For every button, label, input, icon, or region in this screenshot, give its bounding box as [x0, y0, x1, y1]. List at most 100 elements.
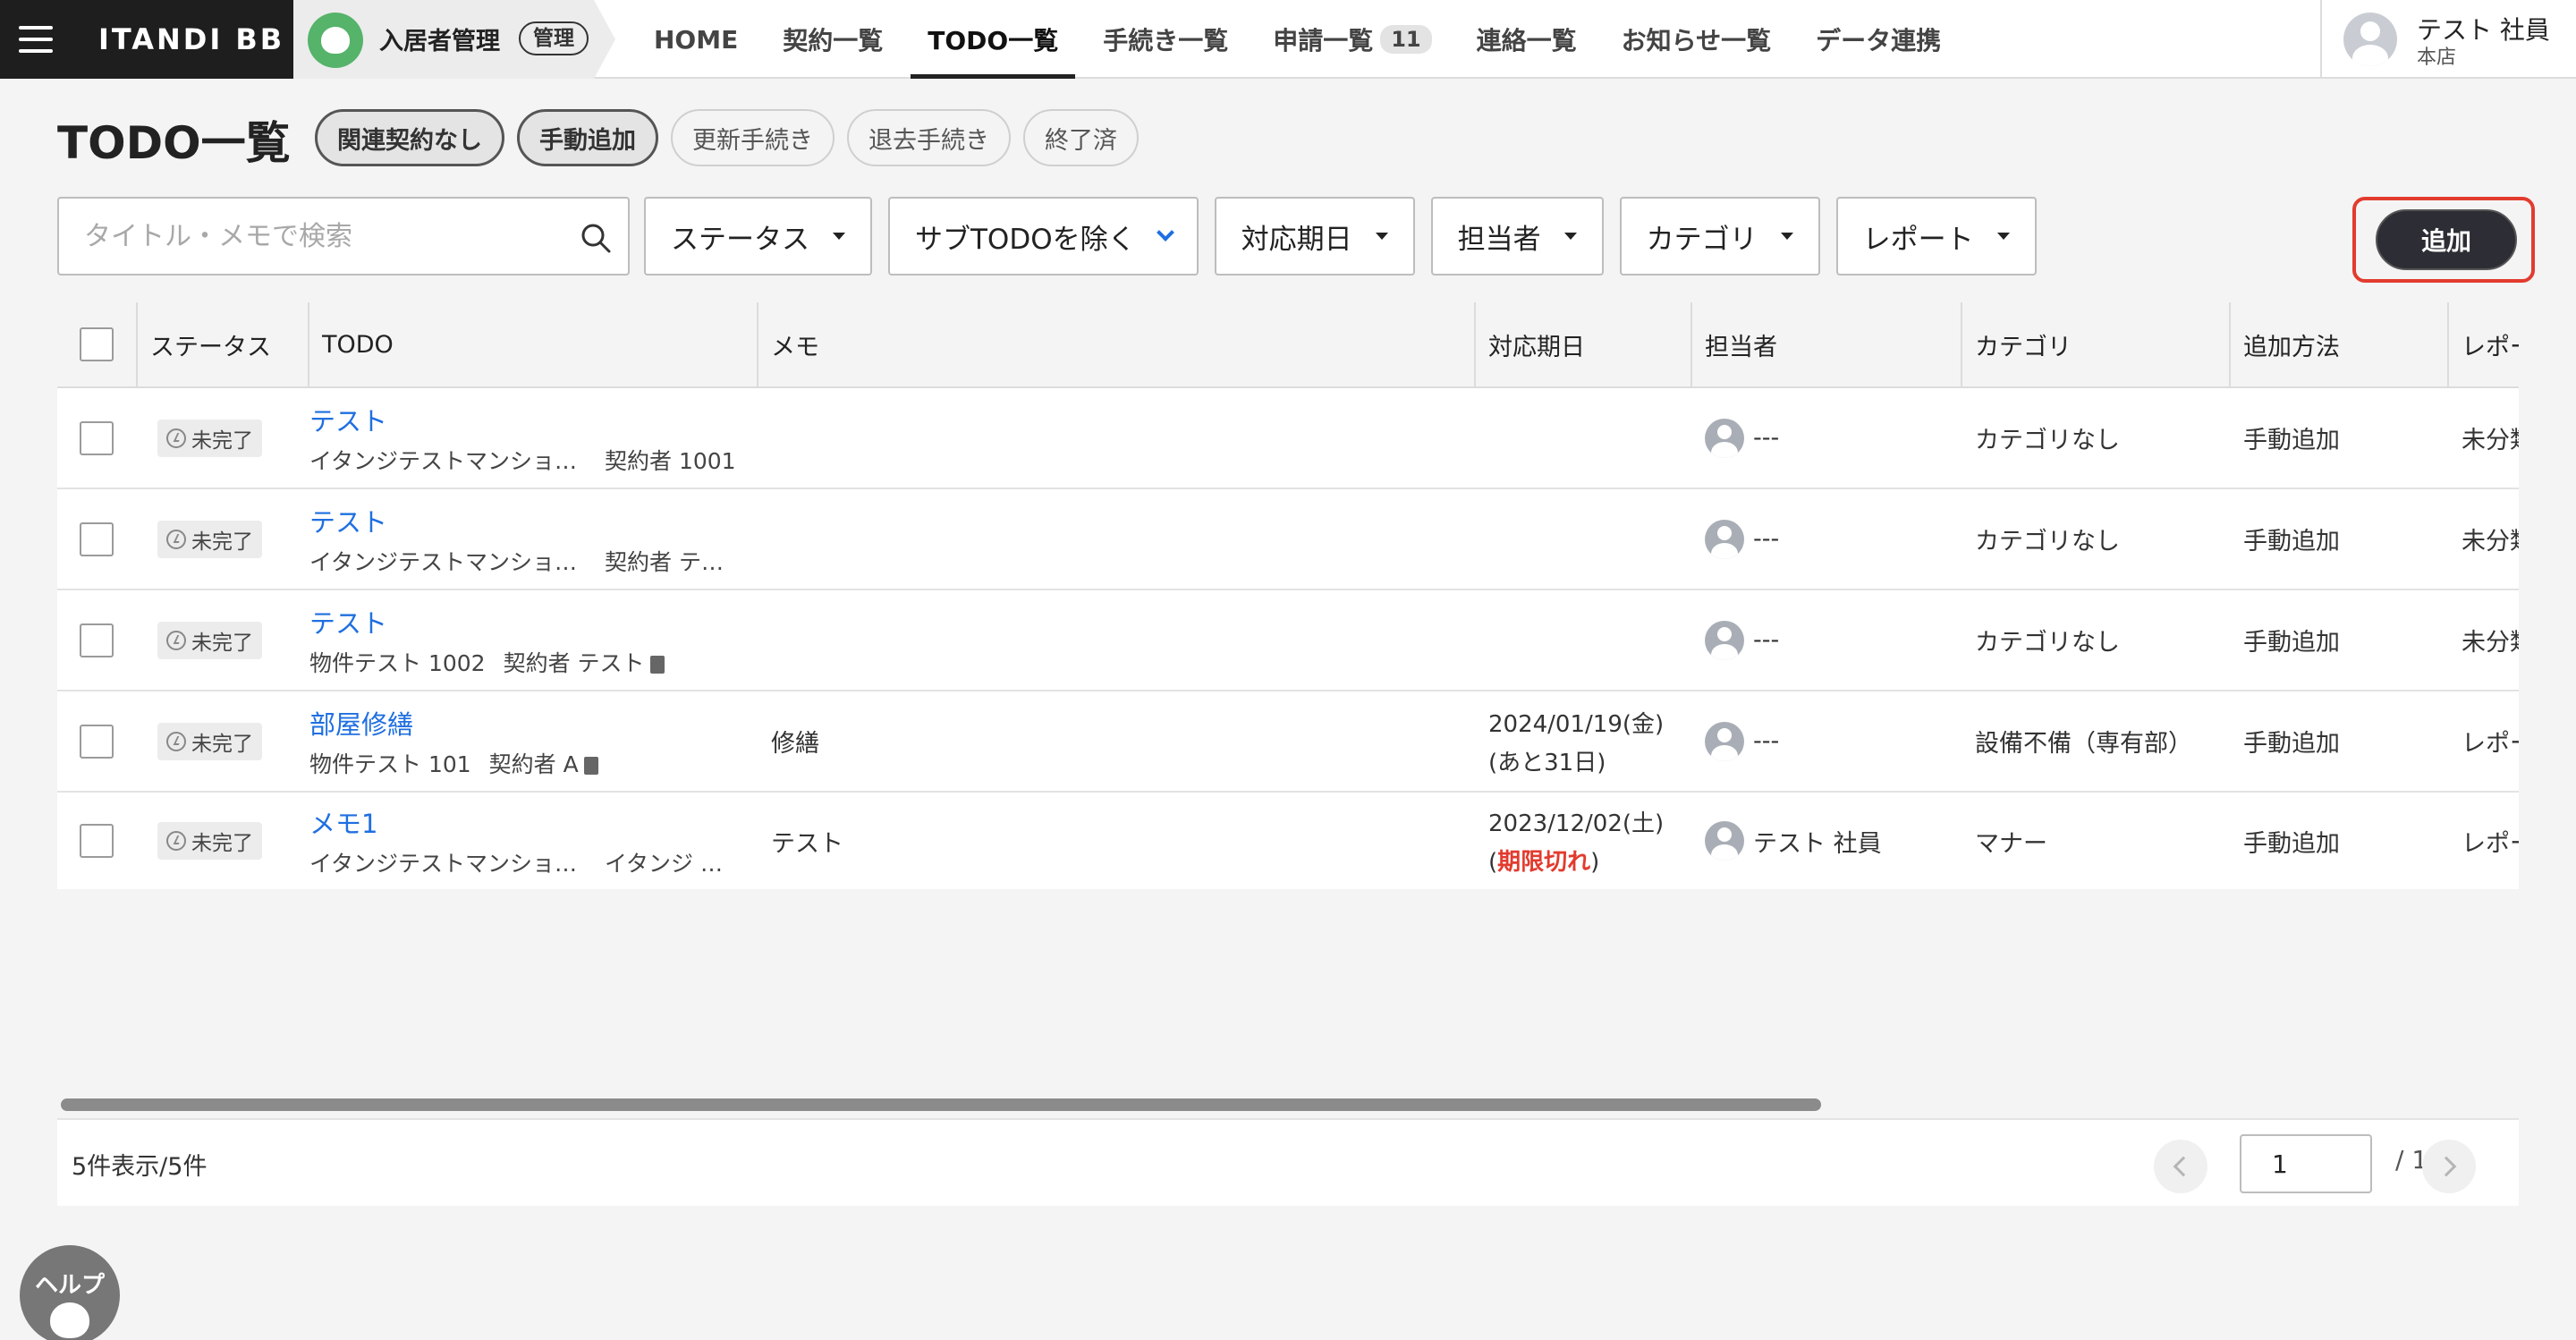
user-avatar-icon [1705, 418, 1744, 458]
row-checkbox[interactable] [80, 824, 114, 858]
due-cell: 2024/01/19(金) (あと31日) [1488, 691, 1664, 791]
chip-no-related-contract[interactable]: 関連契約なし [315, 109, 504, 166]
status-text: 未完了 [191, 631, 253, 655]
quick-filter-chips: 関連契約なし 手動追加 更新手続き 退去手続き 終了済 [315, 109, 1139, 166]
assignee-cell: --- [1705, 489, 1779, 589]
select-all-checkbox[interactable] [80, 327, 114, 361]
nav-label: データ連携 [1816, 26, 1942, 55]
assignee-name: --- [1753, 727, 1780, 755]
row-checkbox-cell [57, 489, 136, 589]
column-header-todo[interactable]: TODO [322, 302, 394, 386]
nav-label: 申請一覧 [1273, 26, 1374, 55]
table-row[interactable]: 未完了 メモ1 イタンジテストマンション 1003 イタンジ テスト テスト 202… [57, 793, 2519, 889]
chevron-left-icon [2173, 1156, 2194, 1177]
page-number-input[interactable] [2240, 1134, 2372, 1193]
todo-title-link[interactable]: 部屋修繕 [309, 704, 598, 742]
row-checkbox[interactable] [80, 522, 114, 556]
nav-data-link[interactable]: データ連携 [1793, 0, 1963, 79]
chip-moveout[interactable]: 退去手続き [847, 109, 1011, 166]
nav-contracts[interactable]: 契約一覧 [760, 0, 905, 79]
filter-dropdowns: ステータス サブTODOを除く 対応期日 担当者 カテゴリ レポート [644, 197, 2037, 276]
nav-applications[interactable]: 申請一覧 11 [1250, 0, 1453, 79]
status-filter-dropdown[interactable]: ステータス [644, 197, 872, 276]
nav-todo[interactable]: TODO一覧 [905, 0, 1080, 79]
category-cell: カテゴリなし [1975, 427, 2120, 454]
caret-down-icon [1563, 233, 1577, 240]
table-row[interactable]: 未完了 テスト 物件テスト 1002 契約者 テスト --- カテゴリなし 手動追加… [57, 590, 2519, 691]
todo-title-link[interactable]: テスト [309, 502, 739, 539]
todo-title-link[interactable]: テスト [309, 603, 665, 640]
assignee-name: --- [1753, 626, 1780, 654]
document-icon[interactable] [583, 756, 598, 775]
row-checkbox[interactable] [80, 420, 114, 455]
table-row[interactable]: 未完了 テストイタンジテストマンション 1001 契約者 1001 --- カテゴ… [57, 388, 2519, 489]
contractor-wrap: 契約者 テスト [504, 646, 665, 678]
status-text: 未完了 [191, 530, 253, 554]
user-avatar-icon [1705, 519, 1744, 559]
column-header-memo[interactable]: メモ [771, 302, 819, 386]
column-divider [308, 302, 309, 388]
report-cell: レポート [2462, 829, 2519, 858]
overdue-label: 期限切れ [1497, 849, 1591, 876]
category-filter-dropdown[interactable]: カテゴリ [1619, 197, 1820, 276]
column-header-due[interactable]: 対応期日 [1488, 302, 1585, 386]
row-checkbox-cell [57, 388, 136, 488]
user-avatar-icon [1705, 721, 1744, 761]
clock-icon [166, 630, 186, 650]
chip-renewal[interactable]: 更新手続き [671, 109, 835, 166]
app-switcher[interactable]: 入居者管理 管理 [293, 0, 615, 79]
brand-logo[interactable]: ITANDI BB [72, 0, 293, 79]
table-row[interactable]: 未完了 テストイタンジテストマンション 1002 契約者 テスト --- カテゴリ… [57, 489, 2519, 590]
status-cell: 未完了 [157, 388, 262, 488]
clock-icon [166, 831, 186, 851]
top-bar: ITANDI BB 入居者管理 管理 HOME 契約一覧 TODO一覧 手続き一… [0, 0, 2576, 79]
subtodo-filter-dropdown[interactable]: サブTODOを除く [888, 197, 1199, 276]
assignee-filter-dropdown[interactable]: 担当者 [1430, 197, 1604, 276]
next-page-button[interactable] [2422, 1140, 2476, 1193]
status-cell: 未完了 [157, 590, 262, 690]
caret-down-icon [833, 233, 845, 240]
header-checkbox-cell [57, 302, 136, 386]
nav-contacts[interactable]: 連絡一覧 [1454, 0, 1599, 79]
user-menu[interactable]: テスト 社員 本店 [2320, 0, 2576, 79]
due-date-filter-dropdown[interactable]: 対応期日 [1214, 197, 1415, 276]
nav-label: HOME [654, 24, 739, 55]
report-filter-dropdown[interactable]: レポート [1835, 197, 2037, 276]
mascot-icon [308, 13, 363, 68]
table-footer: 5件表示/5件 / 1 [57, 1118, 2519, 1206]
todo-title-link[interactable]: メモ1 [309, 803, 739, 841]
nav-label: 手続き一覧 [1103, 26, 1229, 55]
assignee-cell: --- [1705, 590, 1779, 690]
column-header-status[interactable]: ステータス [150, 302, 271, 386]
add-todo-button[interactable]: 追加 [2376, 209, 2517, 270]
column-header-report[interactable]: レポート [2462, 302, 2519, 386]
chip-finished[interactable]: 終了済 [1023, 109, 1139, 166]
row-checkbox[interactable] [80, 724, 114, 759]
paren-open: ( [1488, 849, 1498, 876]
horizontal-scrollbar[interactable] [61, 1098, 1821, 1111]
document-icon[interactable] [649, 655, 665, 674]
row-checkbox[interactable] [80, 623, 114, 657]
todo-title-link[interactable]: テスト [309, 401, 736, 438]
search-input[interactable] [59, 199, 560, 274]
category-cell: マナー [1975, 829, 2047, 858]
column-header-category[interactable]: カテゴリ [1975, 302, 2072, 386]
column-header-assignee[interactable]: 担当者 [1705, 302, 1777, 386]
nav-procedures[interactable]: 手続き一覧 [1080, 0, 1250, 79]
column-header-method[interactable]: 追加方法 [2243, 302, 2340, 386]
nav-home[interactable]: HOME [631, 0, 760, 79]
caret-down-icon [1780, 233, 1793, 240]
chip-manual-add[interactable]: 手動追加 [517, 109, 658, 166]
app-name: 入居者管理 [379, 28, 500, 55]
prev-page-button[interactable] [2154, 1140, 2207, 1193]
table-row[interactable]: 未完了 部屋修繕 物件テスト 101 契約者 A 修繕 2024/01/19(金) (… [57, 691, 2519, 793]
hamburger-menu-icon[interactable] [0, 0, 72, 79]
contractor-wrap: 契約者 A [489, 747, 598, 779]
nav-notices[interactable]: お知らせ一覧 [1599, 0, 1793, 79]
status-badge: 未完了 [157, 419, 262, 457]
report-cell: 未分類 [2462, 427, 2519, 454]
help-button[interactable]: ヘルプ [20, 1245, 120, 1340]
search-icon[interactable] [580, 222, 612, 254]
user-avatar-icon [2343, 13, 2397, 66]
todo-cell: テストイタンジテストマンション 1002 契約者 テスト [309, 489, 753, 589]
